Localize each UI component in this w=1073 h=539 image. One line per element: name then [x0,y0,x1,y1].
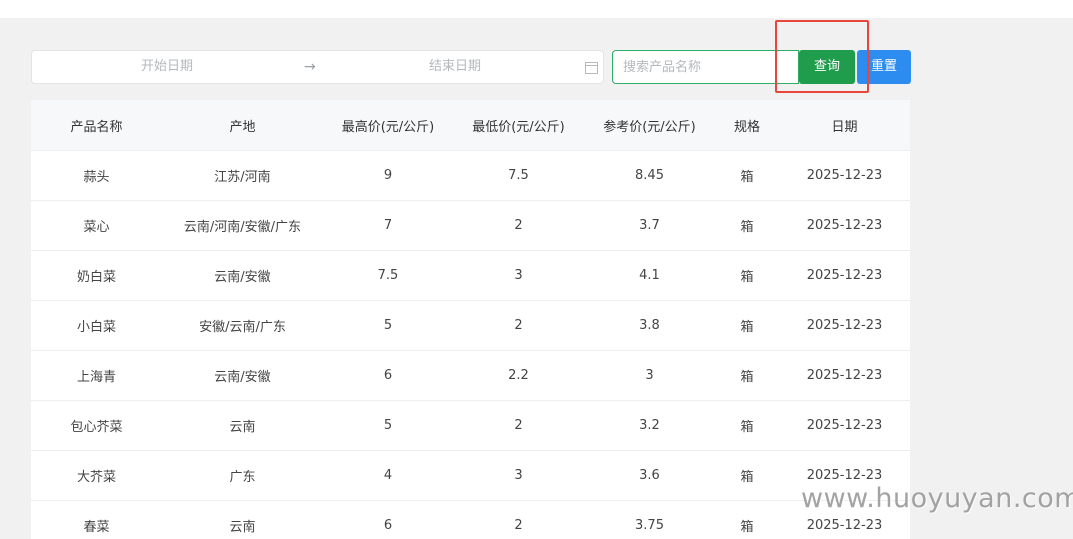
calendar-icon [585,62,598,74]
cell-product-name: 菜心 [31,200,162,251]
cell-spec: 箱 [715,500,779,539]
reset-button[interactable]: 重置 [857,50,911,84]
query-button[interactable]: 查询 [799,50,855,84]
cell-date: 2025-12-23 [779,350,910,401]
cell-max-price: 7 [323,200,453,251]
cell-product-name: 包心芥菜 [31,400,162,451]
cell-date: 2025-12-23 [779,300,910,351]
cell-max-price: 5 [323,400,453,451]
cell-max-price: 6 [323,500,453,539]
cell-reference-price: 8.45 [584,150,715,201]
product-search-input[interactable] [612,50,799,84]
cell-origin: 广东 [162,450,323,501]
table-row: 小白菜 安徽/云南/广东 5 2 3.8 箱 2025-12-23 [31,300,910,351]
cell-reference-price: 4.1 [584,250,715,301]
cell-date: 2025-12-23 [779,200,910,251]
table-row: 蒜头 江苏/河南 9 7.5 8.45 箱 2025-12-23 [31,150,910,201]
cell-spec: 箱 [715,400,779,451]
start-date-input[interactable]: 开始日期 [32,51,302,83]
table-row: 大芥菜 广东 4 3 3.6 箱 2025-12-23 [31,450,910,501]
cell-product-name: 大芥菜 [31,450,162,501]
column-header-product-name: 产品名称 [31,100,162,151]
column-header-spec: 规格 [715,100,779,151]
cell-min-price: 2 [453,500,584,539]
cell-min-price: 2.2 [453,350,584,401]
cell-reference-price: 3.75 [584,500,715,539]
cell-date: 2025-12-23 [779,150,910,201]
cell-reference-price: 3 [584,350,715,401]
cell-product-name: 小白菜 [31,300,162,351]
cell-min-price: 2 [453,200,584,251]
cell-product-name: 蒜头 [31,150,162,201]
cell-reference-price: 3.7 [584,200,715,251]
cell-max-price: 5 [323,300,453,351]
cell-reference-price: 3.6 [584,450,715,501]
cell-max-price: 7.5 [323,250,453,301]
table-row: 奶白菜 云南/安徽 7.5 3 4.1 箱 2025-12-23 [31,250,910,301]
range-arrow-icon: → [304,59,316,75]
cell-min-price: 2 [453,400,584,451]
table-row: 菜心 云南/河南/安徽/广东 7 2 3.7 箱 2025-12-23 [31,200,910,251]
cell-date: 2025-12-23 [779,400,910,451]
column-header-max-price: 最高价(元/公斤) [323,100,453,151]
cell-reference-price: 3.2 [584,400,715,451]
site-watermark: www.huoyuyan.com [801,483,1073,514]
cell-origin: 江苏/河南 [162,150,323,201]
cell-max-price: 4 [323,450,453,501]
cell-spec: 箱 [715,450,779,501]
cell-origin: 云南/河南/安徽/广东 [162,200,323,251]
table-row: 上海青 云南/安徽 6 2.2 3 箱 2025-12-23 [31,350,910,401]
cell-origin: 云南/安徽 [162,250,323,301]
table-row: 包心芥菜 云南 5 2 3.2 箱 2025-12-23 [31,400,910,451]
cell-min-price: 2 [453,300,584,351]
cell-spec: 箱 [715,150,779,201]
price-table: 产品名称 产地 最高价(元/公斤) 最低价(元/公斤) 参考价(元/公斤) 规格… [31,100,910,539]
column-header-date: 日期 [779,100,910,151]
cell-product-name: 春菜 [31,500,162,539]
table-header: 产品名称 产地 最高价(元/公斤) 最低价(元/公斤) 参考价(元/公斤) 规格… [31,100,910,151]
cell-max-price: 6 [323,350,453,401]
header-row: 产品名称 产地 最高价(元/公斤) 最低价(元/公斤) 参考价(元/公斤) 规格… [31,100,910,151]
cell-max-price: 9 [323,150,453,201]
cell-product-name: 上海青 [31,350,162,401]
cell-reference-price: 3.8 [584,300,715,351]
table-row: 春菜 云南 6 2 3.75 箱 2025-12-23 [31,500,910,539]
cell-spec: 箱 [715,250,779,301]
cell-date: 2025-12-23 [779,250,910,301]
column-header-min-price: 最低价(元/公斤) [453,100,584,151]
date-range-picker[interactable]: 开始日期 → 结束日期 [31,50,604,84]
end-date-input[interactable]: 结束日期 [320,51,590,83]
cell-min-price: 7.5 [453,150,584,201]
cell-spec: 箱 [715,300,779,351]
cell-origin: 安徽/云南/广东 [162,300,323,351]
column-header-reference-price: 参考价(元/公斤) [584,100,715,151]
cell-min-price: 3 [453,250,584,301]
cell-spec: 箱 [715,350,779,401]
cell-product-name: 奶白菜 [31,250,162,301]
cell-origin: 云南 [162,400,323,451]
cell-spec: 箱 [715,200,779,251]
cell-min-price: 3 [453,450,584,501]
cell-origin: 云南/安徽 [162,350,323,401]
cell-origin: 云南 [162,500,323,539]
column-header-origin: 产地 [162,100,323,151]
